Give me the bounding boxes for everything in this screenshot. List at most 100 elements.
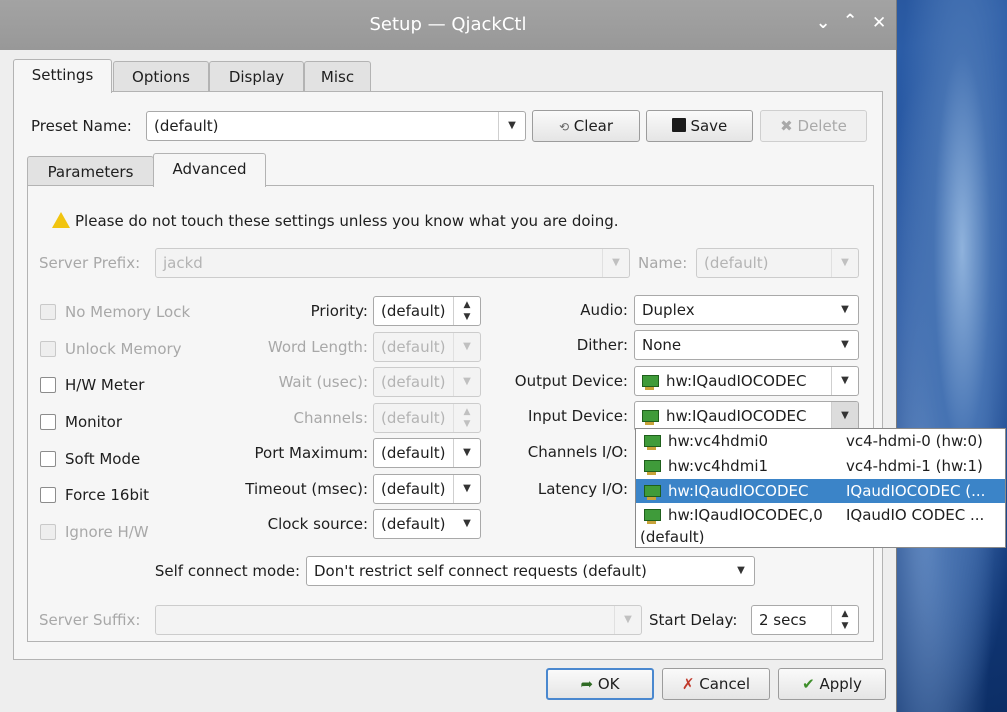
name-label: Name: xyxy=(638,254,688,272)
chevron-down-icon[interactable]: ▼ xyxy=(831,402,858,430)
chevron-down-icon[interactable]: ▼ xyxy=(614,606,641,634)
input-device-dropdown: hw:vc4hdmi0 vc4-hdmi-0 (hw:0) hw:vc4hdmi… xyxy=(635,428,1006,548)
cancel-button[interactable]: ✗ Cancel xyxy=(662,668,770,700)
output-device-combo[interactable]: hw:IQaudIOCODEC ▼ xyxy=(634,366,859,396)
sound-card-icon xyxy=(644,459,661,475)
chevron-down-icon[interactable]: ▼ xyxy=(602,249,629,277)
monitor-checkbox[interactable] xyxy=(40,414,56,430)
chevron-down-icon[interactable]: ▼ xyxy=(453,475,480,503)
tab-display[interactable]: Display xyxy=(209,61,304,92)
no-memory-lock-label: No Memory Lock xyxy=(65,303,191,321)
timeout-label: Timeout (msec): xyxy=(245,480,368,498)
chevron-down-icon[interactable]: ▼ xyxy=(498,112,525,140)
port-maximum-combo[interactable]: (default) ▼ xyxy=(373,438,481,468)
delete-button[interactable]: ✖ Delete xyxy=(760,110,867,142)
input-device-label: Input Device: xyxy=(528,407,628,425)
close-icon[interactable]: ✕ xyxy=(872,13,886,33)
start-delay-spinbox[interactable]: 2 secs ▲ ▼ xyxy=(751,605,859,635)
title-bar[interactable]: Setup — QjackCtl ⌄ ⌃ ✕ xyxy=(0,0,896,50)
chevron-down-icon[interactable]: ▼ xyxy=(831,249,858,277)
tab-settings[interactable]: Settings xyxy=(13,59,112,93)
channels-label: Channels: xyxy=(293,409,368,427)
minimize-icon[interactable]: ⌄ xyxy=(816,13,830,33)
chevron-down-icon[interactable]: ▼ xyxy=(832,331,858,359)
sound-card-icon xyxy=(644,484,661,500)
cancel-x-icon: ✗ xyxy=(681,675,695,693)
warning-row: Please do not touch these settings unles… xyxy=(52,210,619,230)
server-suffix-label: Server Suffix: xyxy=(39,611,141,629)
self-connect-combo[interactable]: Don't restrict self connect requests (de… xyxy=(306,556,755,586)
unlock-memory-label: Unlock Memory xyxy=(65,340,182,358)
server-suffix-combo[interactable]: ▼ xyxy=(155,605,642,635)
tab-parameters[interactable]: Parameters xyxy=(27,156,154,187)
soft-mode-checkbox[interactable] xyxy=(40,451,56,467)
desktop-wallpaper xyxy=(895,0,1007,712)
sound-card-icon xyxy=(642,409,659,425)
apply-button[interactable]: ✔ Apply xyxy=(778,668,886,700)
channels-spinbox[interactable]: (default) ▲ ▼ xyxy=(373,403,481,433)
wait-label: Wait (usec): xyxy=(278,373,368,391)
chevron-down-icon[interactable]: ▼ xyxy=(831,367,858,395)
tab-misc[interactable]: Misc xyxy=(304,61,371,92)
audio-combo[interactable]: Duplex ▼ xyxy=(634,295,859,325)
ok-button[interactable]: ➦ OK xyxy=(546,668,654,700)
monitor-label: Monitor xyxy=(65,413,123,431)
wait-combo[interactable]: (default) ▼ xyxy=(373,367,481,397)
force-16bit-label: Force 16bit xyxy=(65,486,150,504)
name-combo[interactable]: (default) ▼ xyxy=(696,248,859,278)
list-item[interactable]: (default) xyxy=(636,525,1005,549)
spin-arrows-icon[interactable]: ▲ ▼ xyxy=(453,297,480,325)
save-button[interactable]: Save xyxy=(646,110,753,142)
chevron-down-icon[interactable]: ▼ xyxy=(453,439,480,467)
word-length-combo[interactable]: (default) ▼ xyxy=(373,332,481,362)
chevron-down-icon[interactable]: ▼ xyxy=(454,510,480,538)
force-16bit-checkbox[interactable] xyxy=(40,487,56,503)
ok-arrow-icon: ➦ xyxy=(580,675,594,693)
list-item[interactable]: hw:vc4hdmi1 vc4-hdmi-1 (hw:1) xyxy=(636,454,1005,478)
chevron-down-icon[interactable]: ▼ xyxy=(453,368,480,396)
eraser-icon: ⟲ xyxy=(558,120,570,134)
spin-arrows-icon[interactable]: ▲ ▼ xyxy=(453,404,480,432)
server-prefix-label: Server Prefix: xyxy=(39,254,141,272)
tab-options[interactable]: Options xyxy=(113,61,209,92)
checkmark-icon: ✔ xyxy=(802,675,815,693)
preset-name-label: Preset Name: xyxy=(31,117,132,135)
hw-meter-checkbox[interactable] xyxy=(40,377,56,393)
unlock-memory-checkbox[interactable] xyxy=(40,341,56,357)
input-device-combo[interactable]: hw:IQaudIOCODEC ▼ xyxy=(634,401,859,431)
ignore-hw-checkbox[interactable] xyxy=(40,524,56,540)
setup-dialog: Setup — QjackCtl ⌄ ⌃ ✕ Settings Options … xyxy=(0,0,897,712)
latency-io-label: Latency I/O: xyxy=(537,480,628,498)
clock-source-combo[interactable]: (default) ▼ xyxy=(373,509,481,539)
floppy-disk-icon xyxy=(671,117,686,132)
no-memory-lock-checkbox[interactable] xyxy=(40,304,56,320)
word-length-label: Word Length: xyxy=(267,338,368,356)
clock-source-label: Clock source: xyxy=(267,515,368,533)
tab-advanced[interactable]: Advanced xyxy=(153,153,266,187)
chevron-down-icon[interactable]: ▼ xyxy=(832,296,858,324)
priority-label: Priority: xyxy=(310,302,368,320)
sound-card-icon xyxy=(644,508,661,524)
priority-spinbox[interactable]: (default) ▲ ▼ xyxy=(373,296,481,326)
timeout-combo[interactable]: (default) ▼ xyxy=(373,474,481,504)
server-prefix-combo[interactable]: jackd ▼ xyxy=(155,248,630,278)
list-item-selected[interactable]: hw:IQaudIOCODEC IQaudIOCODEC (... xyxy=(636,479,1005,503)
clear-button[interactable]: ⟲ Clear xyxy=(532,110,640,142)
channels-io-label: Channels I/O: xyxy=(527,443,628,461)
dither-label: Dither: xyxy=(576,336,628,354)
port-maximum-label: Port Maximum: xyxy=(254,444,368,462)
soft-mode-label: Soft Mode xyxy=(65,450,141,468)
chevron-down-icon[interactable]: ▼ xyxy=(728,557,754,585)
dither-combo[interactable]: None ▼ xyxy=(634,330,859,360)
audio-label: Audio: xyxy=(580,301,628,319)
spin-arrows-icon[interactable]: ▲ ▼ xyxy=(831,606,858,634)
sound-card-icon xyxy=(644,434,661,450)
delete-x-icon: ✖ xyxy=(780,117,793,135)
preset-name-combo[interactable]: (default) ▼ xyxy=(146,111,526,141)
list-item[interactable]: hw:vc4hdmi0 vc4-hdmi-0 (hw:0) xyxy=(636,429,1005,453)
start-delay-label: Start Delay: xyxy=(649,611,738,629)
chevron-down-icon[interactable]: ▼ xyxy=(453,333,480,361)
maximize-icon[interactable]: ⌃ xyxy=(843,11,857,31)
list-item[interactable]: hw:IQaudIOCODEC,0 IQaudIO CODEC ... xyxy=(636,503,1005,527)
hw-meter-label: H/W Meter xyxy=(65,376,145,394)
